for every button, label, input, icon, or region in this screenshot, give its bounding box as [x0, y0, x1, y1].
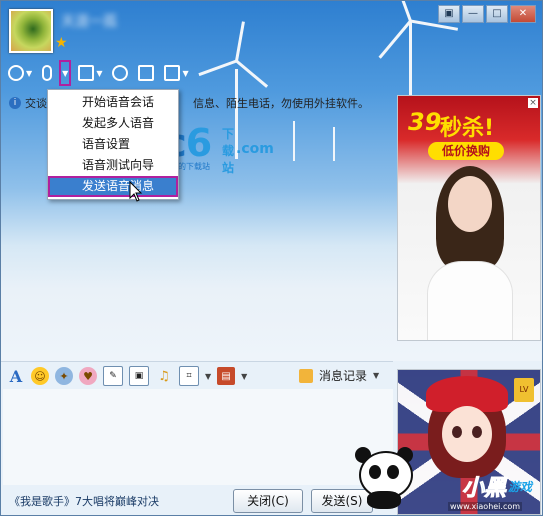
- menu-item-group-voice[interactable]: 发起多人语音: [48, 113, 178, 134]
- menu-item-send-voice-message[interactable]: 发送语音消息: [48, 176, 178, 197]
- watermark-domain: .com: [236, 141, 274, 157]
- promo-banner-top[interactable]: × 39元 秒杀! 低价换购: [397, 95, 541, 341]
- video-button[interactable]: ▼: [5, 62, 35, 84]
- watermark-download: 下载站: [222, 127, 235, 175]
- contact-name: 天涯一孤: [61, 14, 117, 30]
- camera-icon: [8, 65, 24, 81]
- message-input[interactable]: [3, 389, 393, 485]
- screenshot-icon[interactable]: ⌗: [179, 366, 199, 386]
- info-icon: i: [9, 97, 21, 109]
- microphone-icon: [42, 65, 53, 81]
- contact-avatar[interactable]: [9, 9, 53, 53]
- ad-model-image: [422, 166, 518, 340]
- ad-headline: 秒杀!: [440, 116, 495, 141]
- level-badge: LV: [514, 378, 534, 402]
- doodle-icon[interactable]: ✎: [103, 366, 123, 386]
- notice-text-left: 交谈: [25, 97, 47, 110]
- maximize-button[interactable]: □: [486, 5, 508, 23]
- gift-icon[interactable]: ▤: [217, 367, 236, 385]
- chevron-down-icon[interactable]: ▼: [373, 371, 379, 380]
- music-icon[interactable]: ♫: [155, 367, 173, 385]
- promo-banner-bottom[interactable]: LV 小黑 游戏 www.xiaohei.com: [397, 369, 541, 515]
- voice-button[interactable]: [39, 62, 55, 84]
- wind-turbine-mast: [293, 121, 295, 161]
- menu-item-start-voice[interactable]: 开始语音会话: [48, 92, 178, 113]
- menu-item-voice-settings[interactable]: 语音设置: [48, 134, 178, 155]
- minimize-button[interactable]: —: [462, 5, 484, 23]
- divider: [1, 361, 393, 362]
- star-icon: ★: [55, 35, 68, 51]
- ad-cta[interactable]: 低价换购: [428, 142, 504, 160]
- font-icon[interactable]: A: [7, 367, 25, 386]
- app-list-icon: [164, 65, 181, 81]
- menu-item-voice-test[interactable]: 语音测试向导: [48, 155, 178, 176]
- remote-icon: [112, 65, 129, 81]
- history-label: 消息记录: [319, 369, 368, 383]
- emoji-icon[interactable]: ☺: [31, 367, 49, 385]
- message-history-button[interactable]: 消息记录 ▼: [299, 367, 379, 384]
- share-screen-button[interactable]: [135, 62, 157, 84]
- screen-share-icon: [138, 65, 155, 81]
- chat-window: ★ 天涯一孤 ▣ — □ ✕ ▼ ▼ ▼ ▼ i 交谈 信息、陌生电话，勿使用外…: [0, 0, 543, 516]
- skin-icon[interactable]: ▣: [438, 5, 460, 23]
- wind-turbine-mast: [333, 127, 335, 161]
- brand-logo-subtext: 游戏: [508, 480, 533, 494]
- chat-toolbar: ▼ ▼ ▼ ▼: [5, 60, 192, 86]
- cartoon-girl-image: [442, 406, 492, 462]
- image-icon[interactable]: ▣: [129, 366, 149, 386]
- folder-transfer-icon: [78, 65, 95, 81]
- close-window-button[interactable]: ✕: [510, 5, 536, 23]
- chevron-down-icon[interactable]: ▼: [96, 69, 102, 78]
- chevron-down-icon[interactable]: ▼: [205, 372, 211, 381]
- magic-emoji-icon[interactable]: ✦: [55, 367, 73, 385]
- shake-icon[interactable]: ♥: [79, 367, 97, 385]
- chevron-down-icon[interactable]: ▼: [241, 372, 247, 381]
- news-link[interactable]: 《我是歌手》7大唱将巅峰对决: [9, 493, 159, 509]
- chevron-down-icon[interactable]: ▼: [182, 69, 188, 78]
- mouse-cursor-icon: [129, 181, 143, 202]
- format-toolbar: A ☺ ✦ ♥ ✎ ▣ ♫ ⌗ ▼ ▤ ▼: [7, 365, 247, 387]
- voice-menu: 开始语音会话 发起多人语音 语音设置 语音测试向导 发送语音消息: [47, 89, 179, 200]
- chevron-down-icon[interactable]: ▼: [26, 69, 32, 78]
- file-transfer-button[interactable]: ▼: [75, 62, 105, 84]
- history-icon: [299, 368, 313, 383]
- close-icon[interactable]: ×: [528, 98, 538, 108]
- notice-text-right: 信息、陌生电话，勿使用外挂软件。: [193, 97, 369, 110]
- app-button[interactable]: ▼: [161, 62, 191, 84]
- voice-dropdown-button[interactable]: ▼: [59, 60, 72, 86]
- brand-logo-text: 小黑: [461, 476, 507, 502]
- panda-mascot-icon: [353, 447, 417, 509]
- chevron-down-icon: ▼: [62, 68, 69, 78]
- window-controls: ▣ — □ ✕: [438, 5, 536, 23]
- close-button[interactable]: 关闭(C): [233, 489, 303, 513]
- remote-assist-button[interactable]: [109, 62, 131, 84]
- brand-site-url: www.xiaohei.com: [448, 502, 523, 511]
